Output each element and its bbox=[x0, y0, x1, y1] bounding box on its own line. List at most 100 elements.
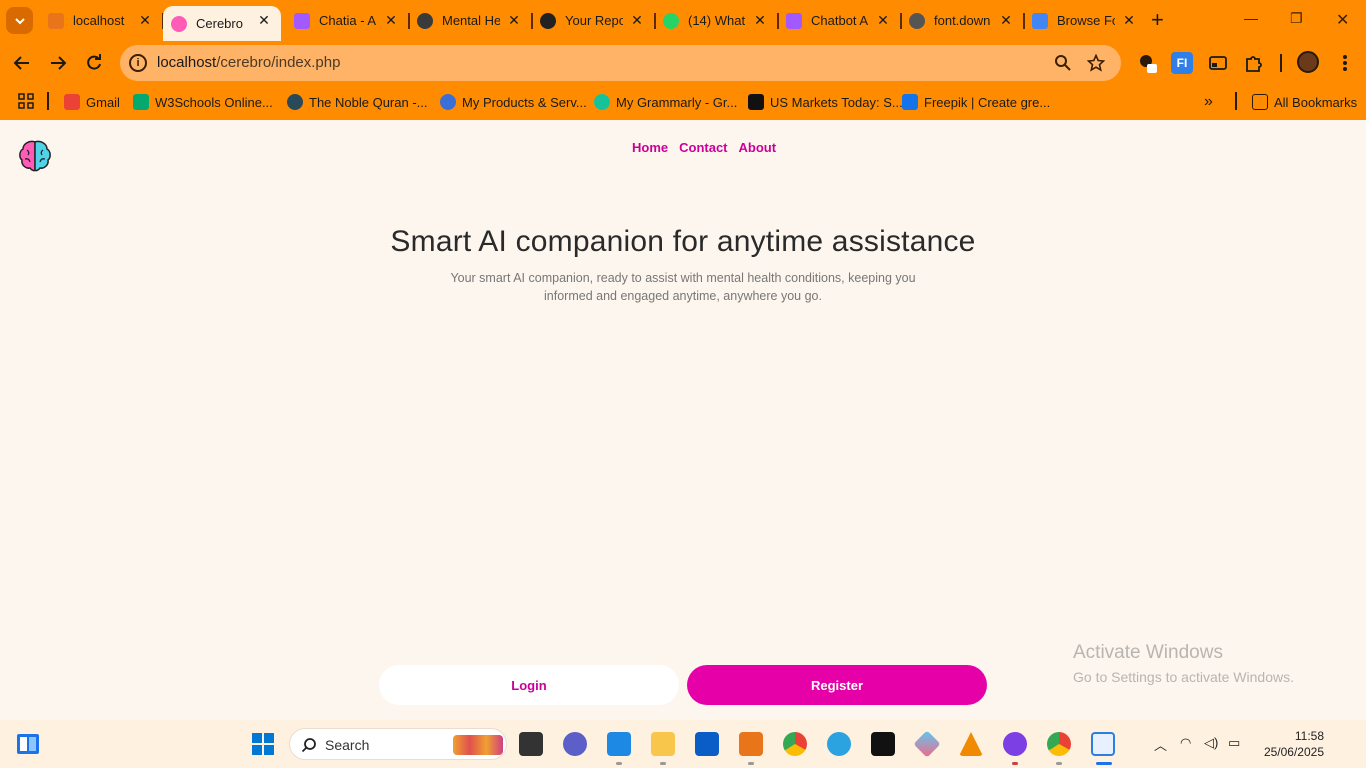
close-icon[interactable]: ✕ bbox=[138, 13, 152, 27]
hero-subtitle: Your smart AI companion, ready to assist… bbox=[450, 271, 916, 303]
cast-icon[interactable] bbox=[1207, 52, 1229, 74]
xampp-icon bbox=[48, 12, 64, 29]
taskbar-clock[interactable]: 11:58 25/06/2025 bbox=[1252, 728, 1324, 760]
bookmark-label: The Noble Quran -... bbox=[309, 94, 428, 110]
close-icon[interactable]: ✕ bbox=[257, 13, 271, 27]
address-bar[interactable]: i localhost/cerebro/index.php bbox=[120, 45, 1121, 81]
apps-grid-icon[interactable] bbox=[18, 93, 34, 109]
chevron-double-right-icon: » bbox=[1204, 93, 1213, 110]
running-indicator bbox=[1012, 762, 1018, 765]
more-bookmarks-button[interactable]: » bbox=[1204, 92, 1213, 112]
tab-search-button[interactable] bbox=[6, 7, 33, 34]
vlc-icon[interactable] bbox=[959, 732, 983, 756]
show-hidden-icons-chevron-icon[interactable]: ︿ bbox=[1154, 735, 1167, 754]
activate-windows-watermark: Activate Windows Go to Settings to activ… bbox=[1073, 642, 1294, 685]
tradingview-icon bbox=[748, 94, 764, 110]
tab-title: Chatia - A bbox=[319, 13, 377, 28]
tab-localhost[interactable]: localhost ✕ bbox=[40, 6, 164, 35]
tab-chatbot[interactable]: Chatbot A ✕ bbox=[778, 6, 902, 35]
chrome-icon[interactable] bbox=[783, 732, 807, 756]
figma-icon bbox=[294, 12, 310, 29]
all-bookmarks-label: All Bookmarks bbox=[1274, 94, 1358, 110]
xampp-taskbar-icon[interactable] bbox=[739, 732, 763, 756]
vscode-icon[interactable] bbox=[607, 732, 631, 756]
zoom-icon[interactable] bbox=[1054, 54, 1072, 72]
extension-icon[interactable] bbox=[1137, 52, 1159, 74]
tab-title: font.down bbox=[934, 13, 991, 28]
freepik-icon bbox=[902, 94, 918, 110]
kebab-menu-icon[interactable] bbox=[1334, 52, 1356, 74]
bookmark-star-icon[interactable] bbox=[1087, 54, 1105, 72]
restore-button[interactable]: ❐ bbox=[1290, 10, 1303, 27]
bookmark-quran[interactable]: The Noble Quran -... bbox=[287, 92, 428, 112]
battery-icon[interactable]: ▭ bbox=[1228, 735, 1240, 751]
top-navigation: Home Contact About bbox=[632, 140, 776, 155]
windows-start-icon[interactable] bbox=[251, 732, 275, 756]
register-button[interactable]: Register bbox=[687, 665, 987, 705]
url-path: /cerebro/index.php bbox=[216, 54, 341, 71]
taskbar-search[interactable]: Search bbox=[289, 728, 507, 760]
site-info-icon[interactable]: i bbox=[129, 54, 147, 72]
widgets-icon[interactable] bbox=[16, 732, 40, 756]
tab-font-download[interactable]: font.down ✕ bbox=[901, 6, 1025, 35]
tab-whatsapp[interactable]: (14) What ✕ bbox=[655, 6, 779, 35]
all-bookmarks-button[interactable]: All Bookmarks bbox=[1252, 92, 1357, 112]
back-button[interactable] bbox=[11, 52, 33, 74]
minimize-button[interactable]: — bbox=[1244, 10, 1258, 26]
new-tab-button[interactable]: + bbox=[1151, 9, 1164, 31]
diamond-app-icon[interactable] bbox=[913, 730, 941, 758]
tab-browse-fonts[interactable]: Browse Fo ✕ bbox=[1024, 6, 1146, 35]
windows-taskbar: Search ︿ ◠ ◁) ▭ 11:58 25/06/2025 bbox=[0, 720, 1366, 768]
tab-cerebro[interactable]: Cerebro ✕ bbox=[163, 6, 281, 41]
tab-chatia[interactable]: Chatia - A ✕ bbox=[286, 6, 410, 35]
bookmark-tradingview[interactable]: US Markets Today: S... bbox=[748, 92, 903, 112]
close-icon[interactable]: ✕ bbox=[876, 13, 890, 27]
tab-your-repo[interactable]: Your Repo ✕ bbox=[532, 6, 656, 35]
bookmark-w3schools[interactable]: W3Schools Online... bbox=[133, 92, 273, 112]
brain-logo-icon[interactable] bbox=[17, 138, 53, 174]
address-url[interactable]: localhost/cerebro/index.php bbox=[157, 54, 340, 71]
tab-title: Chatbot A bbox=[811, 13, 869, 28]
toolbar-divider bbox=[1280, 54, 1282, 72]
bookmark-label: My Grammarly - Gr... bbox=[616, 94, 738, 110]
folder-icon bbox=[1252, 94, 1268, 110]
forward-button[interactable] bbox=[47, 52, 69, 74]
login-button[interactable]: Login bbox=[379, 665, 679, 705]
profile-avatar[interactable] bbox=[1297, 51, 1319, 73]
wifi-icon[interactable]: ◠ bbox=[1180, 735, 1191, 751]
fi-extension-icon[interactable]: FI bbox=[1171, 52, 1193, 74]
snipping-tool-icon[interactable] bbox=[1091, 732, 1115, 756]
file-explorer-icon[interactable] bbox=[651, 732, 675, 756]
store-icon[interactable] bbox=[695, 732, 719, 756]
bookmark-products[interactable]: My Products & Serv... bbox=[440, 92, 587, 112]
nav-contact-link[interactable]: Contact bbox=[679, 140, 727, 155]
volume-icon[interactable]: ◁) bbox=[1204, 735, 1218, 751]
task-view-icon[interactable] bbox=[519, 732, 543, 756]
close-window-button[interactable]: ✕ bbox=[1336, 10, 1349, 30]
close-icon[interactable]: ✕ bbox=[630, 13, 644, 27]
close-icon[interactable]: ✕ bbox=[999, 13, 1013, 27]
nav-about-link[interactable]: About bbox=[739, 140, 777, 155]
close-icon[interactable]: ✕ bbox=[753, 13, 767, 27]
wolf-app-icon[interactable] bbox=[871, 732, 895, 756]
running-indicator bbox=[616, 762, 622, 765]
nav-home-link[interactable]: Home bbox=[632, 140, 668, 155]
bookmark-gmail[interactable]: Gmail bbox=[64, 92, 120, 112]
tab-mental-health[interactable]: Mental He ✕ bbox=[409, 6, 533, 35]
github-desktop-icon[interactable] bbox=[1003, 732, 1027, 756]
chevron-down-icon bbox=[14, 17, 25, 24]
puzzle-extensions-icon[interactable] bbox=[1243, 52, 1265, 74]
bookmark-grammarly[interactable]: My Grammarly - Gr... bbox=[594, 92, 737, 112]
reload-button[interactable] bbox=[83, 52, 105, 74]
close-icon[interactable]: ✕ bbox=[384, 13, 398, 27]
teams-meet-icon[interactable] bbox=[563, 732, 587, 756]
telegram-icon[interactable] bbox=[827, 732, 851, 756]
bookmark-label: Gmail bbox=[86, 94, 120, 110]
bookmark-freepik[interactable]: Freepik | Create gre... bbox=[902, 92, 1050, 112]
bookmark-label: My Products & Serv... bbox=[462, 94, 587, 110]
tab-title: Your Repo bbox=[565, 13, 623, 28]
chrome-profile-icon[interactable] bbox=[1047, 732, 1071, 756]
bookmark-label: W3Schools Online... bbox=[155, 94, 273, 110]
close-icon[interactable]: ✕ bbox=[507, 13, 521, 27]
close-icon[interactable]: ✕ bbox=[1122, 13, 1136, 27]
